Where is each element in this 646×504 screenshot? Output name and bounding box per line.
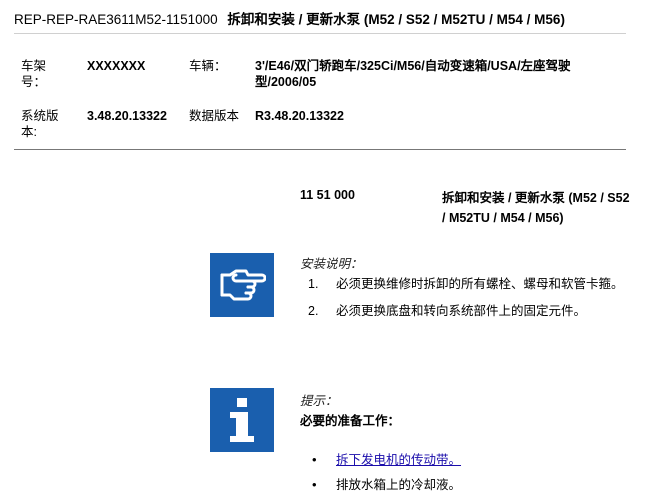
vehicle-label: 车辆： bbox=[189, 59, 227, 73]
remove-drive-belt-link[interactable]: 拆下发电机的传动带。 bbox=[336, 450, 461, 470]
list-item: 1. 必须更换维修时拆卸的所有螺栓、螺母和软管卡箍。 bbox=[300, 274, 635, 294]
vehicle-value: 3'/E46/双门轿跑车/325Ci/M56/自动变速箱/USA/左座驾驶型/2… bbox=[255, 59, 571, 89]
list-item: • 拆下发电机的传动带。 bbox=[312, 450, 632, 470]
bullet-icon: • bbox=[312, 452, 317, 467]
preparation-list: • 拆下发电机的传动带。 • 排放水箱上的冷却液。 bbox=[312, 450, 632, 500]
list-item-number: 1. bbox=[308, 277, 319, 291]
bullet-icon: • bbox=[312, 477, 317, 492]
data-version-label: 数据版本 bbox=[189, 109, 240, 123]
pointing-hand-icon bbox=[210, 253, 274, 317]
document-id: REP-REP-RAE3611M52-1151000 bbox=[14, 12, 218, 27]
install-notes-heading: 安装说明： bbox=[300, 257, 363, 271]
header-divider bbox=[14, 33, 626, 34]
preparation-heading: 必要的准备工作： bbox=[300, 414, 401, 428]
step-number: 11 51 000 bbox=[300, 188, 355, 202]
step-title: 拆卸和安装 / 更新水泵 (M52 / S52 / M52TU / M54 / … bbox=[442, 191, 630, 225]
meta-divider bbox=[14, 149, 626, 150]
list-item-number: 2. bbox=[308, 304, 319, 318]
info-icon bbox=[210, 388, 274, 452]
list-item-text: 必须更换底盘和转向系统部件上的固定元件。 bbox=[336, 304, 587, 318]
list-item: • 排放水箱上的冷却液。 bbox=[312, 475, 632, 495]
system-version-value: 3.48.20.13322 bbox=[87, 109, 167, 123]
list-item-text: 排放水箱上的冷却液。 bbox=[336, 478, 462, 492]
chassis-label: 车架号： bbox=[21, 59, 47, 89]
data-version-value: R3.48.20.13322 bbox=[255, 109, 344, 123]
list-item: 2. 必须更换底盘和转向系统部件上的固定元件。 bbox=[300, 301, 635, 321]
list-item-text: 必须更换维修时拆卸的所有螺栓、螺母和软管卡箍。 bbox=[336, 277, 624, 291]
chassis-value: XXXXXXX bbox=[87, 59, 146, 73]
system-version-label: 系统版本: bbox=[21, 109, 59, 139]
document-header: REP-REP-RAE3611M52-1151000 拆卸和安装 / 更新水泵 … bbox=[14, 11, 628, 28]
install-notes-list: 1. 必须更换维修时拆卸的所有螺栓、螺母和软管卡箍。 2. 必须更换底盘和转向系… bbox=[300, 274, 635, 328]
hint-heading: 提示： bbox=[300, 394, 338, 408]
repair-document-page: REP-REP-RAE3611M52-1151000 拆卸和安装 / 更新水泵 … bbox=[0, 0, 646, 504]
document-title: 拆卸和安装 / 更新水泵 (M52 / S52 / M52TU / M54 / … bbox=[227, 12, 565, 27]
